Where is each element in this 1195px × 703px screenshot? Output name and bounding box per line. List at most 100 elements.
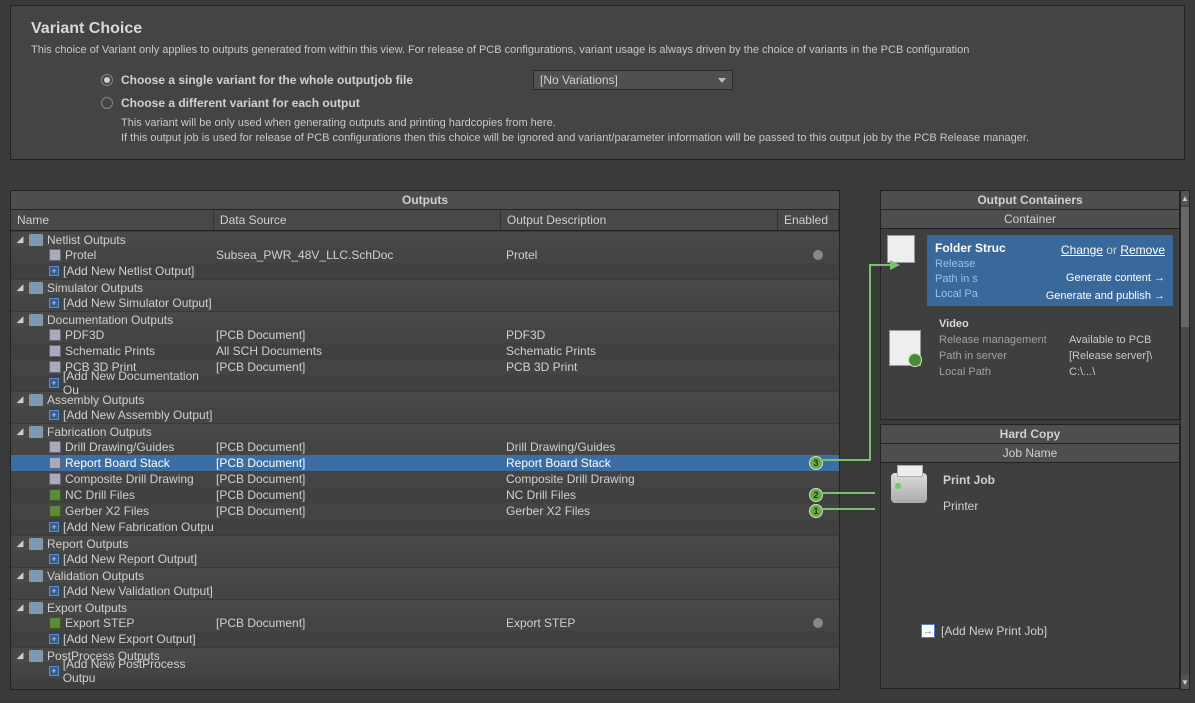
- generate-publish-link[interactable]: Generate and publish: [1046, 288, 1165, 306]
- add-output-row[interactable]: +[Add New Report Output]: [11, 551, 839, 567]
- collapse-icon[interactable]: ◢: [15, 602, 25, 613]
- folder-structure-card[interactable]: Folder Struc Release Path in s Local Pa …: [927, 235, 1173, 306]
- document-icon: [49, 441, 61, 453]
- collapse-icon[interactable]: ◢: [15, 426, 25, 437]
- variant-title: Variant Choice: [31, 20, 1164, 38]
- collapse-icon[interactable]: ◢: [15, 314, 25, 325]
- document-icon: [49, 249, 61, 261]
- category-label: Validation Outputs: [47, 569, 144, 583]
- add-label: [Add New Documentation Ou: [63, 369, 216, 397]
- radio-single-variant[interactable]: Choose a single variant for the whole ou…: [101, 70, 1164, 90]
- add-output-row[interactable]: +[Add New Documentation Ou: [11, 375, 839, 391]
- output-containers-panel: Output Containers Container Folder Struc…: [880, 190, 1180, 420]
- document-icon: [49, 489, 61, 501]
- output-datasource: [PCB Document]: [216, 360, 506, 374]
- add-output-row[interactable]: +[Add New PostProcess Outpu: [11, 663, 839, 679]
- radio-unselected-icon: [101, 97, 113, 109]
- output-item-row[interactable]: Protel Subsea_PWR_48V_LLC.SchDoc Protel: [11, 247, 839, 263]
- output-item-row[interactable]: Export STEP [PCB Document] Export STEP: [11, 615, 839, 631]
- output-item-row[interactable]: PDF3D [PCB Document] PDF3D: [11, 327, 839, 343]
- category-label: Export Outputs: [47, 601, 127, 615]
- add-output-row[interactable]: +[Add New Simulator Output]: [11, 295, 839, 311]
- add-output-row[interactable]: +[Add New Fabrication Outpu: [11, 519, 839, 535]
- output-item-row[interactable]: Schematic Prints All SCH Documents Schem…: [11, 343, 839, 359]
- category-row[interactable]: ◢ Report Outputs: [11, 535, 839, 551]
- plus-icon: +: [49, 586, 59, 596]
- add-label: [Add New Simulator Output]: [63, 296, 212, 310]
- output-item-row[interactable]: Drill Drawing/Guides [PCB Document] Dril…: [11, 439, 839, 455]
- variant-dropdown[interactable]: [No Variations]: [533, 70, 733, 90]
- output-description: Gerber X2 Files: [506, 504, 786, 518]
- output-name: NC Drill Files: [65, 488, 135, 502]
- col-name[interactable]: Name: [11, 210, 214, 230]
- output-item-row[interactable]: NC Drill Files [PCB Document] NC Drill F…: [11, 487, 839, 503]
- category-row[interactable]: ◢ Validation Outputs: [11, 567, 839, 583]
- collapse-icon[interactable]: ◢: [15, 234, 25, 245]
- output-name: Schematic Prints: [65, 344, 155, 358]
- radio-per-output-variant[interactable]: Choose a different variant for each outp…: [101, 96, 1164, 110]
- plus-icon: +: [49, 634, 59, 644]
- remove-link[interactable]: Remove: [1120, 243, 1165, 257]
- scroll-up-icon[interactable]: ▲: [1181, 191, 1189, 205]
- output-description: PDF3D: [506, 328, 786, 342]
- video-container[interactable]: Video Release management Available to PC…: [881, 312, 1179, 384]
- output-datasource: [PCB Document]: [216, 440, 506, 454]
- variant-desc: This choice of Variant only applies to o…: [31, 44, 1164, 56]
- print-job-title: Print Job: [943, 473, 995, 487]
- folder-structure-icon: [887, 235, 915, 263]
- output-datasource: [PCB Document]: [216, 456, 506, 470]
- category-row[interactable]: ◢ Fabrication Outputs: [11, 423, 839, 439]
- hardcopy-subheader: Job Name: [881, 444, 1179, 463]
- outputs-column-headers: Name Data Source Output Description Enab…: [11, 210, 839, 231]
- output-name: Composite Drill Drawing: [65, 472, 194, 486]
- col-description[interactable]: Output Description: [501, 210, 778, 230]
- add-print-job[interactable]: → [Add New Print Job]: [921, 624, 1047, 638]
- variant-choice-panel: Variant Choice This choice of Variant on…: [10, 5, 1185, 160]
- output-description: Export STEP: [506, 616, 786, 630]
- category-row[interactable]: ◢ Netlist Outputs: [11, 231, 839, 247]
- document-icon: [49, 457, 61, 469]
- output-description: NC Drill Files: [506, 488, 786, 502]
- output-item-row[interactable]: Report Board Stack [PCB Document] Report…: [11, 455, 839, 471]
- add-label: [Add New Fabrication Outpu: [63, 520, 214, 534]
- output-item-row[interactable]: Composite Drill Drawing [PCB Document] C…: [11, 471, 839, 487]
- collapse-icon[interactable]: ◢: [15, 570, 25, 581]
- col-enabled[interactable]: Enabled: [778, 210, 839, 230]
- output-name: Gerber X2 Files: [65, 504, 149, 518]
- category-row[interactable]: ◢ Export Outputs: [11, 599, 839, 615]
- outputs-tree[interactable]: ◢ Netlist OutputsProtel Subsea_PWR_48V_L…: [11, 231, 839, 687]
- output-datasource: All SCH Documents: [216, 344, 506, 358]
- category-row[interactable]: ◢ Documentation Outputs: [11, 311, 839, 327]
- category-row[interactable]: ◢ Simulator Outputs: [11, 279, 839, 295]
- outputs-panel: Outputs Name Data Source Output Descript…: [10, 190, 840, 690]
- add-label: [Add New Netlist Output]: [63, 264, 194, 278]
- collapse-icon[interactable]: ◢: [15, 282, 25, 293]
- folder-icon: [29, 394, 43, 406]
- collapse-icon[interactable]: ◢: [15, 538, 25, 549]
- add-output-row[interactable]: +[Add New Netlist Output]: [11, 263, 839, 279]
- add-output-row[interactable]: +[Add New Export Output]: [11, 631, 839, 647]
- plus-icon: +: [49, 410, 59, 420]
- col-datasource[interactable]: Data Source: [214, 210, 501, 230]
- output-datasource: [PCB Document]: [216, 488, 506, 502]
- add-output-row[interactable]: +[Add New Validation Output]: [11, 583, 839, 599]
- generate-content-link[interactable]: Generate content: [1046, 270, 1165, 288]
- add-output-row[interactable]: +[Add New Assembly Output]: [11, 407, 839, 423]
- folder-icon: [29, 570, 43, 582]
- scroll-thumb[interactable]: [1181, 207, 1189, 327]
- vertical-scrollbar[interactable]: ▲ ▼: [1180, 190, 1190, 690]
- container-subheader: Container: [881, 210, 1179, 229]
- category-label: Documentation Outputs: [47, 313, 173, 327]
- output-description: Schematic Prints: [506, 344, 786, 358]
- document-icon: [49, 617, 61, 629]
- document-icon: [49, 329, 61, 341]
- scroll-down-icon[interactable]: ▼: [1181, 675, 1189, 689]
- hardcopy-header: Hard Copy: [881, 425, 1179, 444]
- output-description: Protel: [506, 248, 786, 262]
- video-icon: [889, 330, 921, 366]
- output-name: PDF3D: [65, 328, 104, 342]
- folder-icon: [29, 602, 43, 614]
- change-link[interactable]: Change: [1061, 243, 1103, 257]
- hardcopy-panel: Hard Copy Job Name Print Job Printer → […: [880, 424, 1180, 689]
- output-item-row[interactable]: Gerber X2 Files [PCB Document] Gerber X2…: [11, 503, 839, 519]
